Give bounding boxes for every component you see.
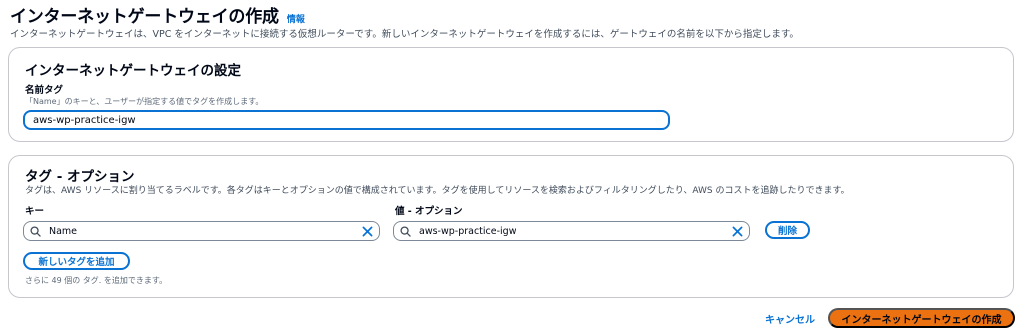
remove-tag-button[interactable]: 削除 xyxy=(765,221,810,239)
tags-description: タグは、AWS リソースに割り当てるラベルです。各タグはキーとオプションの値で構… xyxy=(25,186,850,196)
tags-heading: タグ - オプション xyxy=(25,169,135,185)
page-header: インターネットゲートウェイの作成 情報 xyxy=(10,2,305,27)
settings-heading: インターネットゲートウェイの設定 xyxy=(25,63,241,79)
page-title: インターネットゲートウェイの作成 xyxy=(10,7,279,27)
tag-key-label: キー xyxy=(25,206,45,217)
gateway-settings-panel: インターネットゲートウェイの設定 名前タグ 「Name」のキーと、ユーザーが指定… xyxy=(8,47,1014,142)
name-tag-label: 名前タグ xyxy=(25,85,64,96)
tag-limit-text: さらに 49 個の タグ. を追加できます。 xyxy=(25,276,168,285)
cancel-button[interactable]: キャンセル xyxy=(765,311,815,326)
page-description: インターネットゲートウェイは、VPC をインターネットに接続する仮想ルーターです… xyxy=(10,29,799,40)
tag-value-input[interactable]: aws-wp-practice-igw xyxy=(393,221,750,241)
tag-key-value: Name xyxy=(49,225,78,237)
add-tag-button[interactable]: 新しいタグを追加 xyxy=(23,252,130,270)
info-link[interactable]: 情報 xyxy=(287,12,305,25)
tag-value-value: aws-wp-practice-igw xyxy=(419,225,517,237)
search-icon xyxy=(30,225,41,237)
tag-key-input[interactable]: Name xyxy=(23,221,380,241)
name-tag-hint: 「Name」のキーと、ユーザーが指定する値でタグを作成します。 xyxy=(25,97,264,106)
tag-value-label: 値 - オプション xyxy=(395,206,463,217)
tags-panel: タグ - オプション タグは、AWS リソースに割り当てるラベルです。各タグはキ… xyxy=(8,155,1014,298)
clear-icon[interactable] xyxy=(732,226,743,237)
create-gateway-button[interactable]: インターネットゲートウェイの作成 xyxy=(828,308,1015,328)
name-tag-input[interactable] xyxy=(23,110,670,130)
clear-icon[interactable] xyxy=(362,226,373,237)
search-icon xyxy=(400,225,411,237)
